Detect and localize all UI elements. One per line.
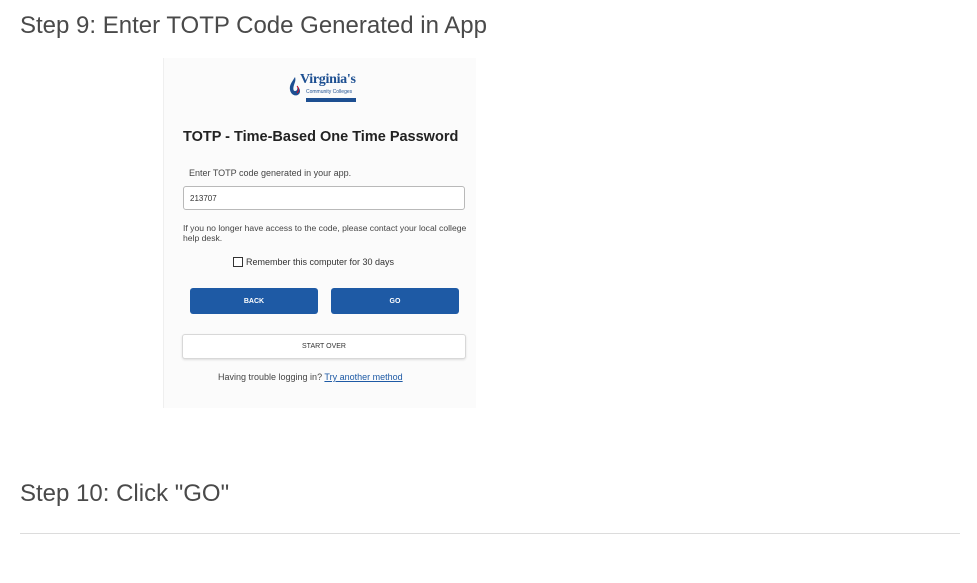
totp-instruction: Enter TOTP code generated in your app.: [189, 168, 352, 178]
logo-wordmark: Virginia's: [300, 72, 356, 87]
back-button[interactable]: BACK: [190, 288, 318, 314]
start-over-button[interactable]: START OVER: [182, 334, 466, 359]
try-another-method-link[interactable]: Try another method: [324, 372, 402, 382]
trouble-logging-in: Having trouble logging in? Try another m…: [218, 372, 403, 382]
remember-computer-checkbox[interactable]: Remember this computer for 30 days: [233, 257, 394, 267]
logo-bar: [306, 98, 356, 102]
divider: [20, 533, 960, 534]
checkbox-box[interactable]: [233, 257, 243, 267]
vcc-logo: Virginia's Community Colleges: [288, 72, 362, 106]
go-button[interactable]: GO: [331, 288, 459, 314]
logo-subtitle: Community Colleges: [306, 89, 353, 95]
totp-code-input[interactable]: [183, 186, 465, 210]
trouble-text: Having trouble logging in?: [218, 372, 323, 382]
remember-label: Remember this computer for 30 days: [246, 257, 395, 267]
help-text: If you no longer have access to the code…: [183, 223, 467, 243]
totp-title: TOTP - Time-Based One Time Password: [183, 129, 459, 145]
step-10-heading: Step 10: Click "GO": [20, 480, 230, 507]
step-9-heading: Step 9: Enter TOTP Code Generated in App: [20, 12, 487, 39]
totp-login-screenshot: Virginia's Community Colleges TOTP - Tim…: [163, 58, 476, 408]
